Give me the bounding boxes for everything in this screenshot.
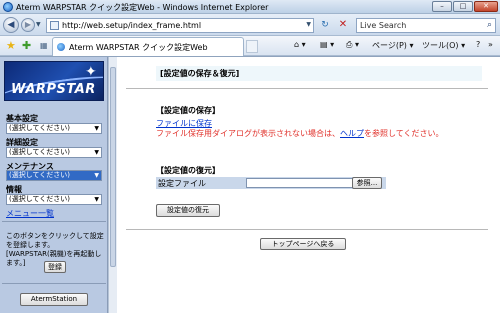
tools-menu[interactable]: ツール(O) ▾ [422,40,465,51]
main-content: [設定値の保存＆復元] 【設定値の保存】 ファイルに保存 ファイル保存用ダイアロ… [118,57,500,313]
divider [126,88,488,89]
close-button[interactable]: ✕ [474,1,498,12]
help-button[interactable]: ? [476,40,480,49]
tab-aterm[interactable]: Aterm WARPSTAR クイック設定Web [52,37,244,56]
home-button[interactable]: ⌂ ▾ [294,40,306,49]
page-icon [50,21,59,30]
atermstation-button[interactable]: AtermStation [20,293,88,306]
save-to-file-link[interactable]: ファイルに保存 [156,118,212,129]
browse-button[interactable]: 参照... [352,177,382,189]
restore-button[interactable]: 設定値の復元 [156,204,220,217]
title-bar: Aterm WARPSTAR クイック設定Web - Windows Inter… [0,0,500,14]
feeds-button[interactable]: ▤ ▾ [320,40,334,49]
command-bar: ★ ✚ ▦ Aterm WARPSTAR クイック設定Web ⌂ ▾ ▤ ▾ ⎙… [0,36,500,56]
quick-tabs-icon[interactable]: ▦ [40,41,48,50]
divider [126,229,488,230]
help-link[interactable]: ヘルプ [340,129,364,138]
refresh-button[interactable]: ↻ [318,18,332,33]
ie-icon [57,43,65,51]
stop-button[interactable]: ✕ [336,18,350,33]
maximize-button[interactable]: □ [453,1,473,12]
search-placeholder: Live Search [360,21,407,30]
save-warning: ファイル保存用ダイアログが表示されない場合は、ヘルプを参照してください。 [156,129,486,139]
info-select[interactable]: (選択してください) ▼ [6,194,102,205]
basic-settings-select[interactable]: (選択してください) ▼ [6,123,102,134]
logo-text: WARPSTAR [11,82,96,97]
warn-suffix: を参照してください。 [364,129,444,138]
warpstar-logo: ✦ WARPSTAR [4,61,104,101]
scrollbar-thumb[interactable] [110,67,116,267]
divider [2,283,106,284]
tab-label: Aterm WARPSTAR クイック設定Web [69,43,208,52]
divider [2,221,106,222]
advanced-settings-select[interactable]: (選択してください) ▼ [6,147,102,158]
search-icon[interactable]: ⌕ [487,20,492,30]
chevron-down-icon: ▼ [94,149,99,156]
address-bar[interactable]: http://web.setup/index_frame.html ▼ [46,18,314,33]
chevron-down-icon: ▼ [94,172,99,179]
select-value: (選択してください) [9,148,71,156]
file-label: 設定ファイル [158,179,206,188]
sidebar: ✦ WARPSTAR 基本設定 (選択してください) ▼ 詳細設定 (選択してくだ… [0,57,108,313]
forward-button[interactable]: ▶ [21,18,35,32]
menu-list-link[interactable]: メニュー一覧 [6,208,54,219]
save-heading: 【設定値の保存】 [156,106,220,115]
star-icon: ✦ [85,64,97,80]
maintenance-select[interactable]: (選択してください) ▼ [6,170,102,181]
ie-icon [3,2,13,12]
chevron-down-icon: ▼ [94,196,99,203]
warn-prefix: ファイル保存用ダイアログが表示されない場合は、 [156,129,340,138]
more-button[interactable]: » [488,40,493,49]
chevron-down-icon[interactable]: ▼ [306,21,311,28]
back-to-top-button[interactable]: トップページへ戻る [260,238,346,250]
add-favorite-icon[interactable]: ✚ [22,39,31,52]
chevron-down-icon: ▼ [94,125,99,132]
select-value: (選択してください) [9,171,71,179]
address-toolbar: ◀ ▶ ▼ http://web.setup/index_frame.html … [0,14,500,36]
print-button[interactable]: ⎙ ▾ [346,40,359,50]
page-menu[interactable]: ページ(P) ▾ [372,40,413,51]
page-title: [設定値の保存＆復元] [156,66,482,81]
back-button[interactable]: ◀ [3,17,19,33]
select-value: (選択してください) [9,124,71,132]
restore-heading: 【設定値の復元】 [156,166,220,175]
select-value: (選択してください) [9,195,71,203]
url-text[interactable]: http://web.setup/index_frame.html [62,21,201,30]
favorites-star-icon[interactable]: ★ [6,39,16,52]
minimize-button[interactable]: – [432,1,452,12]
window-title: Aterm WARPSTAR クイック設定Web - Windows Inter… [16,3,269,12]
new-tab-button[interactable] [246,40,258,53]
sidebar-scrollbar[interactable] [108,57,117,313]
search-input[interactable]: Live Search ⌕ [356,18,496,33]
register-button[interactable]: 登録 [44,261,66,273]
history-dropdown-icon[interactable]: ▼ [36,21,41,28]
content-frame: ✦ WARPSTAR 基本設定 (選択してください) ▼ 詳細設定 (選択してくだ… [0,56,500,313]
